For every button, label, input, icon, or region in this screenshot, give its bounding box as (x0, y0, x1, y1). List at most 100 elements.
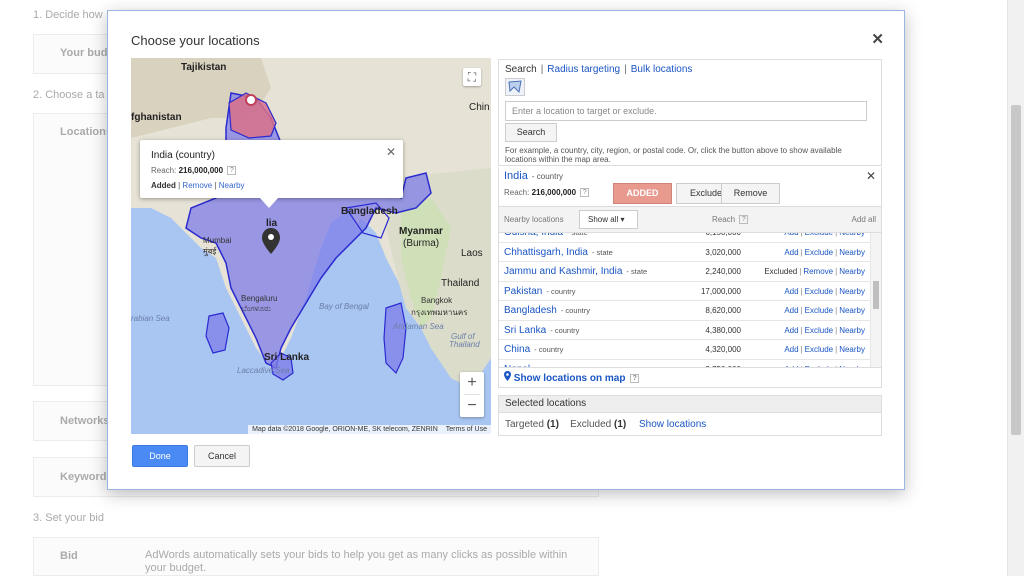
add-all-link[interactable]: Add all (852, 215, 876, 224)
bg-locations-label: Locations (60, 126, 112, 138)
pin-icon (504, 371, 511, 381)
location-search-input[interactable] (505, 101, 867, 121)
zoom-in-button[interactable]: + (460, 372, 484, 394)
nearby-location-name[interactable]: Jammu and Kashmir, India - state (504, 266, 647, 277)
map-area-icon[interactable] (505, 78, 525, 96)
help-icon[interactable]: ? (580, 188, 590, 198)
map-label-bangkok-local: กรุงเทพมหานคร (411, 308, 468, 317)
show-locations-on-map-link[interactable]: Show locations on map ? (504, 371, 640, 384)
fullscreen-icon[interactable]: ⛶ (463, 68, 481, 86)
nearby-nearby-link[interactable]: Nearby (839, 267, 865, 276)
targeted-label: Targeted (505, 419, 544, 430)
map-label-bay-of-bengal: Bay of Bengal (319, 302, 369, 311)
nearby-nearby-link[interactable]: Nearby (839, 248, 865, 257)
bg-step-2: 2. Choose a ta (33, 89, 105, 101)
nearby-action-link[interactable]: Exclude (805, 306, 833, 315)
popup-reach-value: 216,000,000 (178, 166, 224, 175)
map-label-myanmar: Myanmar (399, 226, 443, 237)
selected-location-label[interactable]: India (504, 170, 528, 182)
nearby-nearby-link[interactable]: Nearby (839, 345, 865, 354)
popup-close-icon[interactable]: ✕ (386, 145, 396, 159)
nearby-location-name[interactable]: Bangladesh - country (504, 305, 590, 316)
selected-location-reach: Reach: 216,000,000 ? (504, 188, 590, 198)
nearby-reach: 2,240,000 (705, 267, 741, 276)
nearby-row: Chhattisgarh, India - state 3,020,000 Add | E… (499, 243, 871, 262)
terms-of-use-link[interactable]: Terms of Use (446, 426, 487, 433)
nearby-add-link[interactable]: Add (784, 233, 798, 237)
nearby-nearby-link[interactable]: Nearby (839, 287, 865, 296)
popup-remove-link[interactable]: Remove (182, 181, 212, 190)
excluded-label: Excluded (570, 419, 612, 430)
nearby-scrollbar[interactable] (870, 233, 881, 367)
nearby-action-link[interactable]: Exclude (805, 248, 833, 257)
nearby-action-link[interactable]: Remove (803, 267, 833, 276)
dialog-close-icon[interactable]: ✕ (871, 30, 884, 48)
remove-button[interactable]: Remove (721, 183, 780, 204)
zoom-out-button[interactable]: − (460, 395, 484, 417)
nearby-name-text[interactable]: Odisha, India (504, 233, 563, 238)
help-icon[interactable]: ? (227, 166, 237, 176)
done-button[interactable]: Done (132, 445, 188, 467)
nearby-row: Jammu and Kashmir, India - state 2,240,000… (499, 262, 871, 282)
nearby-nearby-link[interactable]: Nearby (839, 326, 865, 335)
nearby-name-text[interactable]: Bangladesh (504, 305, 557, 316)
nearby-location-name[interactable]: Sri Lanka - country (504, 325, 579, 336)
location-map[interactable]: Tajikistan fghanistan Chin lia Banglades… (131, 58, 491, 434)
show-locations-link[interactable]: Show locations (639, 419, 706, 430)
nearby-add-link[interactable]: Add (784, 306, 798, 315)
popup-nearby-link[interactable]: Nearby (219, 181, 245, 190)
nearby-scrollbar-thumb[interactable] (873, 281, 879, 309)
nearby-name-text[interactable]: Chhattisgarh, India (504, 247, 588, 258)
selected-location-type: - country (531, 172, 563, 181)
tab-bulk-locations[interactable]: Bulk locations (631, 64, 693, 75)
nearby-actions: Excluded | Remove | Nearby (764, 267, 865, 276)
nearby-name-text[interactable]: China (504, 344, 530, 355)
nearby-add-link[interactable]: Add (784, 326, 798, 335)
reach-header-label: Reach (712, 215, 736, 224)
nearby-action-link[interactable]: Exclude (805, 326, 833, 335)
selected-locations-summary: Targeted (1) Excluded (1) Show locations (505, 419, 706, 430)
choose-locations-dialog: Choose your locations ✕ Tajikistan fghan… (107, 10, 905, 490)
nearby-add-link[interactable]: Add (784, 345, 798, 354)
nearby-name-text[interactable]: Pakistan (504, 286, 542, 297)
nearby-add-link[interactable]: Add (784, 248, 798, 257)
popup-title: India (country) (151, 150, 215, 161)
bg-keywords-label: Keywords (60, 471, 113, 483)
bg-bid-label: Bid (60, 550, 78, 562)
nearby-location-name[interactable]: Odisha, India - state (504, 233, 588, 238)
show-all-dropdown[interactable]: Show all ▾ (579, 210, 638, 229)
page-scrollbar-thumb[interactable] (1011, 105, 1021, 435)
added-button[interactable]: ADDED (613, 183, 672, 204)
popup-actions: Added | Remove | Nearby (151, 181, 245, 190)
nearby-action-link[interactable]: Exclude (805, 287, 833, 296)
nearby-nearby-link[interactable]: Nearby (839, 306, 865, 315)
map-label-andaman-sea: Andaman Sea (393, 322, 444, 331)
nearby-action-link[interactable]: Exclude (805, 345, 833, 354)
nearby-reach: 8,620,000 (705, 306, 741, 315)
nearby-location-name[interactable]: Chhattisgarh, India - state (504, 247, 613, 258)
selected-location-name[interactable]: India - country (504, 170, 563, 182)
nearby-name-text[interactable]: Sri Lanka (504, 325, 546, 336)
map-label-bangladesh: Bangladesh (341, 206, 398, 217)
cancel-button[interactable]: Cancel (194, 445, 250, 467)
nearby-location-name[interactable]: China - country (504, 344, 563, 355)
page-scrollbar[interactable] (1007, 0, 1024, 576)
nearby-actions: Add|Exclude|Nearby (784, 286, 865, 296)
help-icon[interactable]: ? (630, 373, 640, 383)
nearby-nearby-link[interactable]: Nearby (839, 233, 865, 237)
nearby-name-text[interactable]: Jammu and Kashmir, India (504, 266, 622, 277)
search-button[interactable]: Search (505, 123, 557, 142)
nearby-add-link[interactable]: Add (784, 287, 798, 296)
help-icon[interactable]: ? (739, 215, 749, 225)
nearby-actions: Add|Exclude|Nearby (784, 233, 865, 237)
nearby-row: China - country 4,320,000 Add | Exclude | Nearb… (499, 340, 871, 360)
search-tabs: Search | Radius targeting | Bulk locations (505, 64, 693, 75)
tab-search[interactable]: Search (505, 64, 537, 75)
tab-radius-targeting[interactable]: Radius targeting (547, 64, 620, 75)
nearby-location-type: - state (591, 247, 613, 257)
nearby-action-link[interactable]: Exclude (805, 233, 833, 237)
show-on-map-label[interactable]: Show locations on map (514, 373, 626, 384)
nearby-location-name[interactable]: Pakistan - country (504, 286, 576, 297)
selected-location-close-icon[interactable]: ✕ (866, 169, 876, 183)
map-label-bangkok: Bangkok (421, 296, 453, 305)
